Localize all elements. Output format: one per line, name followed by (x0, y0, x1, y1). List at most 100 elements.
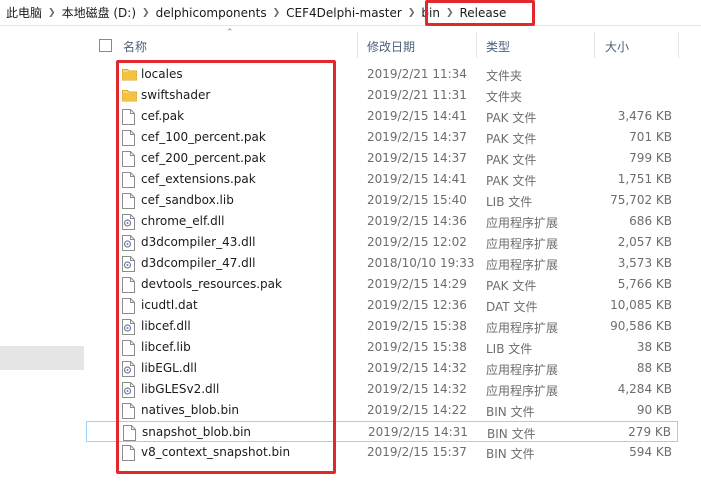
file-modified-date: 2019/2/15 15:38 (367, 319, 467, 333)
file-name: libGLESv2.dll (141, 382, 220, 396)
file-modified-date: 2019/2/15 14:22 (367, 403, 467, 417)
file-size: 4,284 KB (617, 382, 672, 396)
file-size: 38 KB (636, 340, 672, 354)
file-name: libcef.dll (141, 319, 191, 333)
file-size: 3,476 KB (617, 109, 672, 123)
file-type: 应用程序扩展 (486, 258, 559, 272)
file-row[interactable]: d3dcompiler_43.dll 2019/2/15 12:02 应用程序扩展 2… (86, 232, 678, 253)
file-row[interactable]: devtools_resources.pak 2019/2/15 14:29 PAK… (86, 274, 678, 295)
file-modified-date: 2019/2/15 14:37 (367, 130, 467, 144)
navigation-pane (0, 26, 84, 481)
chevron-right-icon[interactable]: ❯ (446, 8, 454, 18)
file-type: 文件夹 (486, 69, 523, 83)
file-icon (122, 151, 135, 170)
file-icon (122, 193, 135, 212)
file-icon (122, 340, 135, 359)
file-row[interactable]: icudtl.dat 2019/2/15 12:36 DAT 文件 10,085 KB (86, 295, 678, 316)
breadcrumb-cef4delphi-master[interactable]: CEF4Delphi-master (286, 6, 402, 20)
chevron-right-icon[interactable]: ❯ (408, 8, 416, 18)
file-modified-date: 2019/2/15 14:31 (368, 425, 468, 439)
file-name: cef_200_percent.pak (141, 151, 266, 165)
sort-ascending-icon: ⌃ (226, 28, 234, 38)
file-row[interactable]: v8_context_snapshot.bin 2019/2/15 15:37 BI… (86, 442, 678, 463)
file-size: 1,751 KB (617, 172, 672, 186)
file-size: 2,057 KB (617, 235, 672, 249)
column-divider[interactable] (476, 32, 477, 58)
file-row[interactable]: libcef.lib 2019/2/15 15:38 LIB 文件 38 KB (86, 337, 678, 358)
breadcrumb-this-pc[interactable]: 此电脑 (6, 4, 42, 21)
file-modified-date: 2018/10/10 19:33 (367, 256, 475, 270)
vertical-scrollbar[interactable] (693, 26, 701, 481)
file-icon (122, 403, 135, 422)
file-type: PAK 文件 (486, 279, 537, 293)
file-row[interactable]: libEGL.dll 2019/2/15 14:32 应用程序扩展 88 KB (86, 358, 678, 379)
file-name: devtools_resources.pak (141, 277, 282, 291)
file-name: libEGL.dll (141, 361, 197, 375)
file-size: 5,766 KB (617, 277, 672, 291)
file-modified-date: 2019/2/15 14:29 (367, 277, 467, 291)
file-row[interactable]: d3dcompiler_47.dll 2018/10/10 19:33 应用程序扩展… (86, 253, 678, 274)
file-icon (122, 109, 135, 128)
chevron-right-icon[interactable]: ❯ (48, 8, 56, 18)
file-modified-date: 2019/2/15 15:40 (367, 193, 467, 207)
navigation-selected-item[interactable] (0, 346, 84, 370)
file-name: cef_extensions.pak (141, 172, 256, 186)
file-modified-date: 2019/2/15 14:37 (367, 151, 467, 165)
column-date[interactable]: 修改日期 (367, 38, 415, 55)
file-row[interactable]: cef.pak 2019/2/15 14:41 PAK 文件 3,476 KB (86, 106, 678, 127)
breadcrumb-release[interactable]: Release (459, 6, 506, 20)
file-type: BIN 文件 (487, 427, 536, 441)
column-name[interactable]: 名称 (123, 38, 147, 55)
chevron-right-icon[interactable]: ❯ (273, 8, 281, 18)
file-type: PAK 文件 (486, 111, 537, 125)
file-row[interactable]: swiftshader 2019/2/21 11:31 文件夹 (86, 85, 678, 106)
file-type: 应用程序扩展 (486, 321, 559, 335)
file-modified-date: 2019/2/15 12:36 (367, 298, 467, 312)
chevron-right-icon[interactable]: ❯ (142, 8, 150, 18)
file-row[interactable]: cef_extensions.pak 2019/2/15 14:41 PAK 文件 1… (86, 169, 678, 190)
breadcrumb-bin[interactable]: bin (421, 6, 440, 20)
column-type[interactable]: 类型 (486, 38, 510, 55)
dll-icon (122, 214, 135, 233)
file-row[interactable]: libGLESv2.dll 2019/2/15 14:32 应用程序扩展 4,284 … (86, 379, 678, 400)
file-row[interactable]: cef_100_percent.pak 2019/2/15 14:37 PAK 文件… (86, 127, 678, 148)
file-icon (122, 172, 135, 191)
file-row[interactable]: cef_sandbox.lib 2019/2/15 15:40 LIB 文件 75,7… (86, 190, 678, 211)
file-name: locales (141, 67, 183, 81)
breadcrumb-local-disk[interactable]: 本地磁盘 (D:) (62, 4, 136, 21)
file-icon (122, 298, 135, 317)
file-name: cef.pak (141, 109, 185, 123)
file-row[interactable]: locales 2019/2/21 11:34 文件夹 (86, 64, 678, 85)
select-all-checkbox[interactable] (99, 39, 112, 52)
file-icon (122, 277, 135, 296)
file-modified-date: 2019/2/15 12:02 (367, 235, 467, 249)
file-size: 279 KB (628, 425, 671, 439)
column-divider[interactable] (594, 32, 595, 58)
file-modified-date: 2019/2/15 15:38 (367, 340, 467, 354)
file-row[interactable]: libcef.dll 2019/2/15 15:38 应用程序扩展 90,586 KB (86, 316, 678, 337)
file-type: 应用程序扩展 (486, 237, 559, 251)
file-name: d3dcompiler_47.dll (141, 256, 256, 270)
breadcrumb-delphicomponents[interactable]: delphicomponents (156, 6, 267, 20)
file-row[interactable]: cef_200_percent.pak 2019/2/15 14:37 PAK 文件… (86, 148, 678, 169)
folder-icon (122, 88, 137, 105)
dll-icon (122, 382, 135, 401)
file-row[interactable]: snapshot_blob.bin 2019/2/15 14:31 BIN 文件 27… (86, 421, 678, 442)
file-size: 90,586 KB (610, 319, 672, 333)
file-size: 88 KB (636, 361, 672, 375)
file-icon (122, 130, 135, 149)
file-size: 75,702 KB (610, 193, 672, 207)
file-row[interactable]: chrome_elf.dll 2019/2/15 14:36 应用程序扩展 686 K… (86, 211, 678, 232)
file-name: chrome_elf.dll (141, 214, 225, 228)
file-modified-date: 2019/2/15 14:32 (367, 361, 467, 375)
file-type: 文件夹 (486, 90, 523, 104)
column-divider[interactable] (678, 32, 679, 58)
file-modified-date: 2019/2/21 11:31 (367, 88, 467, 102)
file-type: DAT 文件 (486, 300, 538, 314)
column-header: ⌃ 名称 修改日期 类型 大小 (86, 28, 701, 60)
file-modified-date: 2019/2/15 14:41 (367, 109, 467, 123)
file-size: 90 KB (636, 403, 672, 417)
column-size[interactable]: 大小 (605, 38, 629, 55)
file-row[interactable]: natives_blob.bin 2019/2/15 14:22 BIN 文件 90 … (86, 400, 678, 421)
column-divider[interactable] (357, 32, 358, 58)
